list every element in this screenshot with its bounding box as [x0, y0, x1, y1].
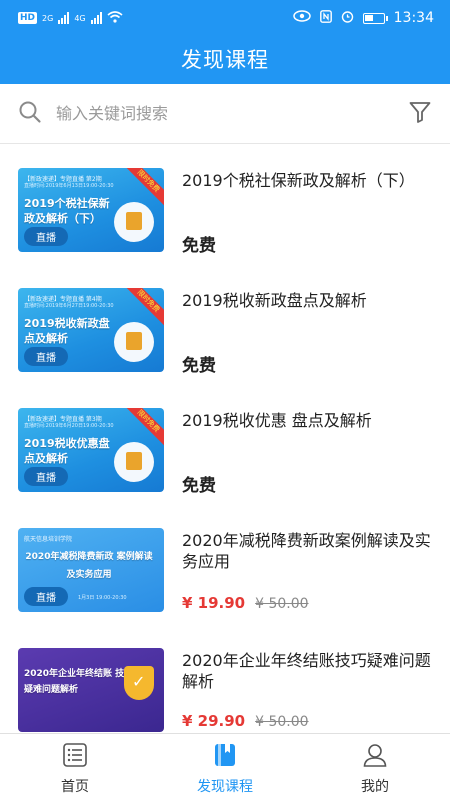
price-row: ¥ 29.90 ¥ 50.00	[182, 712, 309, 730]
clock-time: 13:34	[393, 10, 434, 26]
course-thumbnail[interactable]: 【新政速递】专题直播 第3期 直播时间:2019年6月20日19:00-20:3…	[18, 408, 164, 492]
bookmark-book-icon	[212, 742, 238, 772]
price-row: 免费	[182, 471, 216, 496]
thumb-date: 直播时间:2019年6月27日19:00-20:30	[24, 303, 114, 309]
course-title[interactable]: 2019税收新政盘点及解析	[182, 290, 432, 311]
course-title[interactable]: 2020年企业年终结账技巧疑难问题解析	[182, 650, 432, 692]
wifi-icon	[107, 10, 123, 26]
original-price: ¥ 50.00	[255, 714, 309, 730]
shield-check-icon	[124, 666, 154, 700]
thumb-title: 2019税收优惠盘点及解析	[24, 437, 110, 465]
status-bar: HD 2G 4G 13:34	[0, 0, 450, 36]
course-item[interactable]: 2020年企业年终结账 技巧疑难问题解析 2020年企业年终结账技巧疑难问题解析…	[0, 648, 450, 733]
tab-home[interactable]: 首页	[0, 734, 150, 800]
user-icon	[362, 742, 388, 772]
thumb-date: 直播时间:2019年6月13日19:00-20:30	[24, 183, 114, 189]
page-title: 发现课程	[181, 48, 269, 72]
original-price: ¥ 50.00	[255, 596, 309, 612]
signal-icon	[58, 12, 70, 24]
course-title[interactable]: 2019税收优惠 盘点及解析	[182, 410, 432, 431]
course-item[interactable]: 【新政速递】专题直播 第4期 直播时间:2019年6月27日19:00-20:3…	[0, 288, 450, 398]
nfc-icon	[319, 9, 332, 27]
network-2g-label: 2G	[42, 13, 54, 23]
course-item[interactable]: 【新政速递】专题直播 第3期 直播时间:2019年6月20日19:00-20:3…	[0, 408, 450, 518]
status-right: 13:34	[292, 9, 434, 27]
course-price: 免费	[182, 476, 216, 496]
course-title[interactable]: 2020年减税降费新政案例解读及实务应用	[182, 530, 432, 572]
thumb-title: 2019个税社保新政及解析（下）	[24, 197, 110, 225]
tab-me-label: 我的	[361, 779, 389, 795]
filter-icon[interactable]	[408, 100, 432, 128]
thumb-tag: 航天信息培训学院	[24, 536, 73, 543]
tab-home-label: 首页	[61, 779, 89, 795]
live-badge: 直播	[24, 587, 68, 606]
course-item[interactable]: 航天信息培训学院 2020年减税降费新政 案例解读及实务应用 直播 1月3日 1…	[0, 528, 450, 638]
list-icon	[62, 742, 88, 772]
live-badge: 直播	[24, 467, 68, 486]
thumb-date: 直播时间:2019年6月20日19:00-20:30	[24, 423, 114, 429]
thumb-title: 2019税收新政盘点及解析	[24, 317, 110, 345]
course-price: ¥ 19.90	[182, 594, 246, 612]
course-thumbnail[interactable]: 【新政速递】专题直播 第2期 直播时间:2019年6月13日19:00-20:3…	[18, 168, 164, 252]
top-bar: HD 2G 4G 13:34 发现课程	[0, 0, 450, 84]
alarm-icon	[341, 10, 354, 27]
illustration-icon	[114, 442, 154, 482]
hd-badge: HD	[18, 12, 38, 24]
status-left: HD 2G 4G	[18, 10, 123, 26]
course-list: 【新政速递】专题直播 第2期 直播时间:2019年6月13日19:00-20:3…	[0, 150, 450, 733]
bottom-tab-bar: 首页 发现课程 我的	[0, 733, 450, 800]
search-input[interactable]	[56, 104, 408, 123]
course-price: 免费	[182, 356, 216, 376]
thumb-title: 2020年减税降费新政 案例解读及实务应用	[25, 552, 153, 580]
search-icon[interactable]	[18, 100, 42, 128]
signal-icon-2	[90, 12, 102, 24]
tab-me[interactable]: 我的	[300, 734, 450, 800]
thumb-title: 2020年企业年终结账 技巧疑难问题解析	[24, 669, 134, 695]
course-thumbnail[interactable]: 【新政速递】专题直播 第4期 直播时间:2019年6月27日19:00-20:3…	[18, 288, 164, 372]
tab-discover-label: 发现课程	[197, 779, 253, 795]
price-row: 免费	[182, 351, 216, 376]
course-thumbnail[interactable]: 航天信息培训学院 2020年减税降费新政 案例解读及实务应用 直播 1月3日 1…	[18, 528, 164, 612]
battery-icon	[362, 12, 388, 24]
course-price: 免费	[182, 236, 216, 256]
illustration-icon	[114, 202, 154, 242]
thumb-date: 1月3日 19:00-20:30	[78, 595, 127, 601]
course-thumbnail[interactable]: 2020年企业年终结账 技巧疑难问题解析	[18, 648, 164, 732]
tab-discover[interactable]: 发现课程	[150, 734, 300, 800]
course-title[interactable]: 2019个税社保新政及解析（下）	[182, 170, 432, 191]
eye-icon	[292, 10, 311, 26]
search-bar	[0, 84, 450, 144]
live-badge: 直播	[24, 347, 68, 366]
network-4g-label: 4G	[74, 13, 86, 23]
illustration-icon	[114, 322, 154, 362]
course-price: ¥ 29.90	[182, 712, 246, 730]
course-item[interactable]: 【新政速递】专题直播 第2期 直播时间:2019年6月13日19:00-20:3…	[0, 168, 450, 278]
price-row: ¥ 19.90 ¥ 50.00	[182, 594, 309, 612]
price-row: 免费	[182, 231, 216, 256]
live-badge: 直播	[24, 227, 68, 246]
